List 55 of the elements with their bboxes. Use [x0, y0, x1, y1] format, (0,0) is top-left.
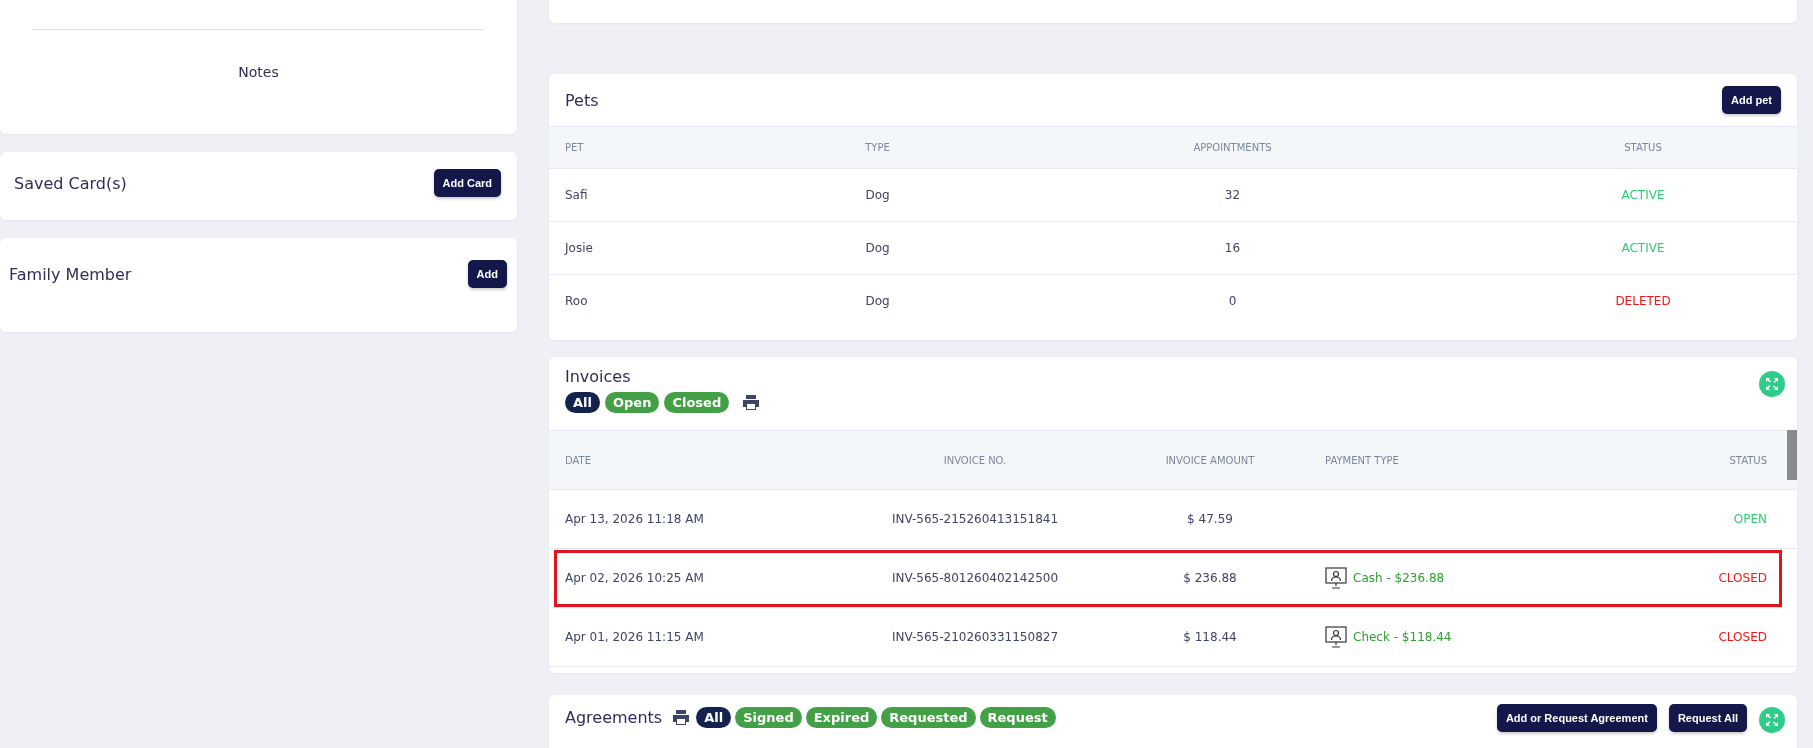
table-cell-text: Apr 13, 2026 11:18 AM [565, 512, 705, 526]
column-header: DATE [565, 454, 592, 466]
scrollbar[interactable] [1787, 430, 1797, 480]
table-cell: $ 47.59 [1187, 512, 1233, 526]
table-cell-text: Roo [565, 294, 589, 308]
table-cell: 0 [1228, 294, 1237, 308]
table-cell: 16 [1224, 241, 1241, 255]
table-cell: $ 118.44 [1183, 630, 1237, 644]
table-cell-text: Safi [565, 188, 589, 202]
column-header: TYPE [865, 142, 890, 153]
table-cell: INV-565-801260402142500 [891, 571, 1059, 585]
column-header: INVOICE NO. [943, 454, 1007, 466]
pets-title: Pets [565, 90, 599, 110]
print-icon[interactable] [672, 709, 691, 726]
add-pet-button[interactable]: Add pet [1722, 86, 1781, 114]
invoices-title: Invoices [565, 367, 632, 386]
monitor-person-icon [1325, 567, 1347, 589]
agreements-title: Agreements [565, 708, 663, 727]
payment-text: Cash - $236.88 [1353, 571, 1445, 585]
table-cell-text: Apr 01, 2026 11:15 AM [565, 630, 705, 644]
agreement-button[interactable]: Add or Request Agreement [1496, 703, 1657, 732]
status-text: DELETED [1615, 294, 1671, 308]
saved-cards-title: Saved Card(s) [14, 173, 127, 193]
monitor-person-icon [1325, 626, 1347, 648]
agreement-button[interactable]: Request All [1668, 703, 1747, 732]
column-header: STATUS [1729, 454, 1767, 466]
family-member-title: Family Member [9, 264, 132, 284]
table-cell: INV-565-215260413151841 [891, 512, 1059, 526]
table-cell-text: Apr 02, 2026 10:25 AM [565, 571, 705, 585]
expand-icon[interactable] [1759, 371, 1785, 397]
print-icon[interactable] [742, 394, 761, 411]
table-cell: Dog [865, 188, 890, 202]
expand-icon[interactable] [1759, 706, 1785, 733]
status-text: ACTIVE [1621, 241, 1665, 255]
add-family-member-button[interactable]: Add [467, 260, 507, 288]
table-cell: $ 236.88 [1183, 571, 1237, 585]
status-text: CLOSED [1718, 630, 1767, 644]
status-text: ACTIVE [1621, 188, 1665, 202]
table-cell: 32 [1224, 188, 1241, 202]
column-header: PET [565, 142, 585, 153]
table-cell: Dog [865, 241, 890, 255]
payment-text: Check - $118.44 [1353, 630, 1452, 644]
status-text: OPEN [1733, 512, 1767, 526]
filter-pill[interactable]: All [696, 707, 732, 728]
table-cell-text: Josie [565, 241, 594, 255]
filter-pill[interactable]: All [565, 392, 600, 413]
table-cell: Dog [865, 294, 890, 308]
add-card-button[interactable]: Add Card [433, 169, 501, 197]
column-header: STATUS [1624, 142, 1662, 153]
column-header: PAYMENT TYPE [1325, 454, 1400, 466]
status-text: CLOSED [1718, 571, 1767, 585]
notes-label: Notes [237, 64, 280, 80]
column-header: INVOICE AMOUNT [1165, 454, 1255, 466]
table-cell: INV-565-210260331150827 [891, 630, 1059, 644]
column-header: APPOINTMENTS [1193, 142, 1272, 153]
